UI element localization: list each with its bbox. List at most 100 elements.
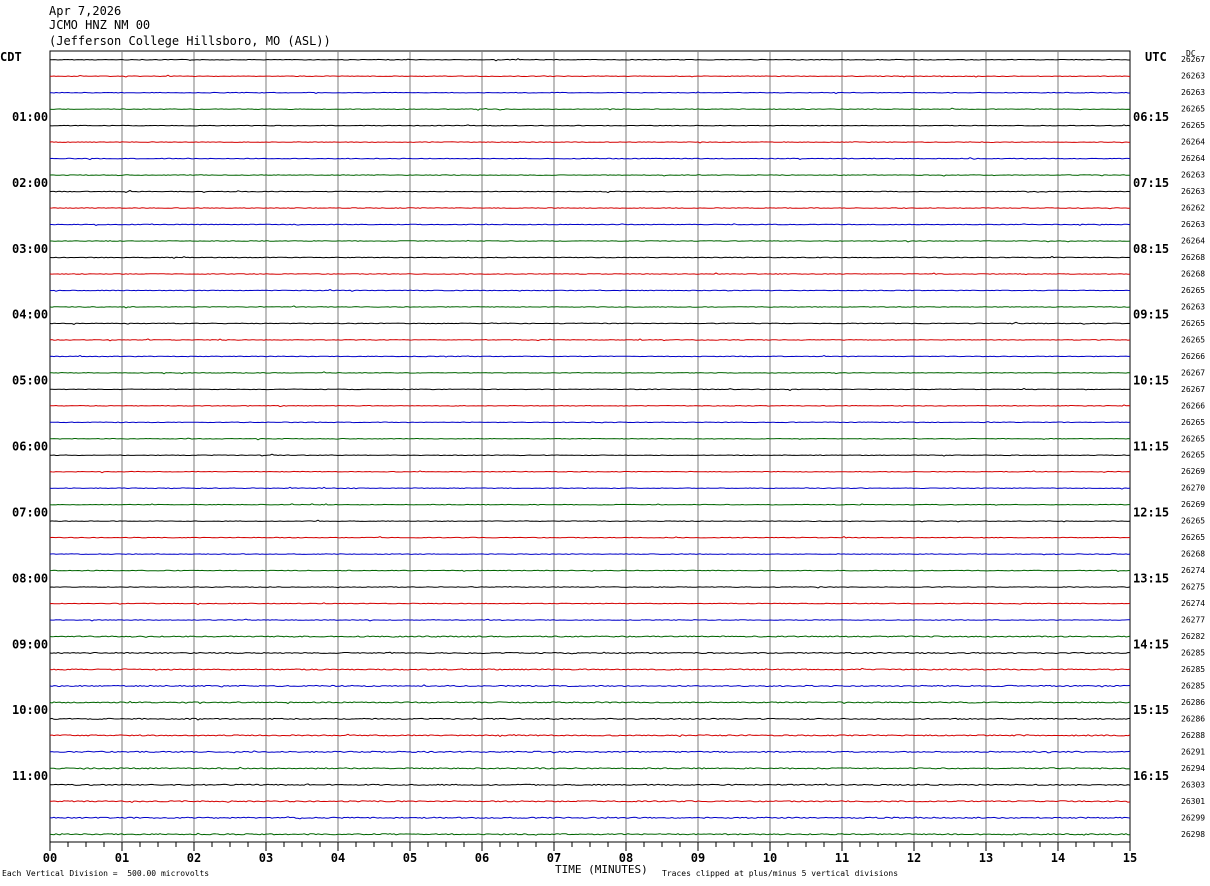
trace-row-43 <box>49 750 1131 754</box>
trace-row-4 <box>49 107 1131 111</box>
trace-row-35 <box>49 618 1130 622</box>
dc-value: 26267 <box>1181 385 1205 394</box>
dc-value: 26264 <box>1181 154 1205 163</box>
left-time-label: 07:00 <box>12 505 48 519</box>
dc-value: 26282 <box>1181 632 1205 641</box>
x-tick-label: 15 <box>1123 851 1137 865</box>
left-time-label: 05:00 <box>12 374 48 388</box>
dc-value: 26275 <box>1181 583 1205 592</box>
dc-value: 26264 <box>1181 237 1205 246</box>
left-time-label: 06:00 <box>12 440 48 454</box>
left-time-label: 04:00 <box>12 308 48 322</box>
trace-row-34 <box>49 602 1131 606</box>
dc-value: 26265 <box>1181 121 1205 130</box>
x-tick-label: 00 <box>43 851 57 865</box>
dc-value: 26263 <box>1181 187 1205 196</box>
dc-value: 26299 <box>1181 813 1205 822</box>
trace-row-10 <box>49 207 1130 210</box>
dc-value: 26263 <box>1181 220 1205 229</box>
scale-note: Each Vertical Division = 500.00 microvol… <box>2 869 210 878</box>
x-tick-label: 13 <box>979 851 993 865</box>
right-time-label: 13:15 <box>1133 571 1169 585</box>
dc-value: 26265 <box>1181 319 1205 328</box>
dc-value: 26285 <box>1181 681 1205 690</box>
trace-row-23 <box>50 421 1131 424</box>
dc-value: 26286 <box>1181 714 1205 723</box>
trace-row-6 <box>49 141 1131 144</box>
x-tick-label: 04 <box>331 851 345 865</box>
trace-row-16 <box>49 305 1131 309</box>
x-tick-label: 06 <box>475 851 489 865</box>
right-time-label: 06:15 <box>1133 110 1169 124</box>
trace-row-17 <box>49 321 1131 325</box>
dc-value: 26269 <box>1181 500 1205 509</box>
trace-row-20 <box>49 371 1131 375</box>
x-tick-label: 09 <box>691 851 705 865</box>
dc-value: 26265 <box>1181 434 1205 443</box>
dc-value: 26285 <box>1181 665 1205 674</box>
dc-value: 26263 <box>1181 302 1205 311</box>
trace-row-22 <box>49 404 1131 408</box>
x-tick-label: 05 <box>403 851 417 865</box>
dc-value: 26263 <box>1181 72 1205 81</box>
dc-value: 26265 <box>1181 286 1205 295</box>
trace-row-2 <box>49 74 1131 78</box>
dc-value: 26266 <box>1181 401 1205 410</box>
dc-value: 26263 <box>1181 88 1205 97</box>
dc-value: 26266 <box>1181 352 1205 361</box>
trace-row-38 <box>49 667 1131 671</box>
trace-row-48 <box>49 832 1131 836</box>
trace-row-33 <box>49 585 1131 589</box>
dc-value: 26265 <box>1181 418 1205 427</box>
left-time-label: 10:00 <box>12 703 48 717</box>
dc-value: 26285 <box>1181 648 1205 657</box>
dc-value: 26286 <box>1181 698 1205 707</box>
plot-frame <box>49 50 1131 843</box>
trace-row-8 <box>49 174 1131 177</box>
left-time-label: 08:00 <box>12 571 48 585</box>
x-tick-label: 14 <box>1051 851 1065 865</box>
trace-row-26 <box>49 470 1131 474</box>
x-tick-label: 12 <box>907 851 921 865</box>
dc-value: 26264 <box>1181 138 1205 147</box>
dc-value: 26262 <box>1181 204 1205 213</box>
dc-value: 26268 <box>1181 253 1205 262</box>
trace-row-31 <box>49 553 1131 556</box>
right-time-label: 16:15 <box>1133 769 1169 783</box>
dc-value: 26274 <box>1181 599 1205 608</box>
left-time-label: 11:00 <box>12 769 48 783</box>
x-tick-label: 10 <box>763 851 777 865</box>
right-time-label: 09:15 <box>1133 308 1169 322</box>
right-time-label: 07:15 <box>1133 176 1169 190</box>
trace-row-21 <box>49 387 1131 391</box>
x-tick-label: 02 <box>187 851 201 865</box>
trace-row-25 <box>49 453 1131 457</box>
dc-value: 26265 <box>1181 451 1205 460</box>
dc-value: 26265 <box>1181 335 1205 344</box>
x-tick-label: 01 <box>115 851 129 865</box>
trace-row-27 <box>49 486 1131 490</box>
left-time-label: 09:00 <box>12 637 48 651</box>
left-time-label: 02:00 <box>12 176 48 190</box>
dc-value: 26303 <box>1181 780 1205 789</box>
dc-value: 26267 <box>1181 55 1205 64</box>
dc-value: 26291 <box>1181 747 1205 756</box>
trace-row-13 <box>49 255 1131 259</box>
dc-value: 26269 <box>1181 467 1205 476</box>
trace-row-3 <box>49 91 1130 95</box>
right-time-label: 12:15 <box>1133 505 1169 519</box>
trace-row-1 <box>49 58 1130 62</box>
x-axis-title: TIME (MINUTES) <box>555 863 648 876</box>
trace-row-24 <box>50 437 1131 441</box>
trace-row-5 <box>49 124 1131 127</box>
trace-row-46 <box>50 800 1131 803</box>
trace-row-19 <box>49 354 1130 358</box>
x-tick-label: 03 <box>259 851 273 865</box>
trace-row-37 <box>49 651 1131 655</box>
trace-row-36 <box>49 635 1131 638</box>
trace-row-42 <box>49 733 1131 738</box>
dc-value: 26268 <box>1181 269 1205 278</box>
dc-value: 26274 <box>1181 566 1205 575</box>
trace-row-44 <box>49 766 1131 770</box>
trace-row-32 <box>49 569 1131 572</box>
